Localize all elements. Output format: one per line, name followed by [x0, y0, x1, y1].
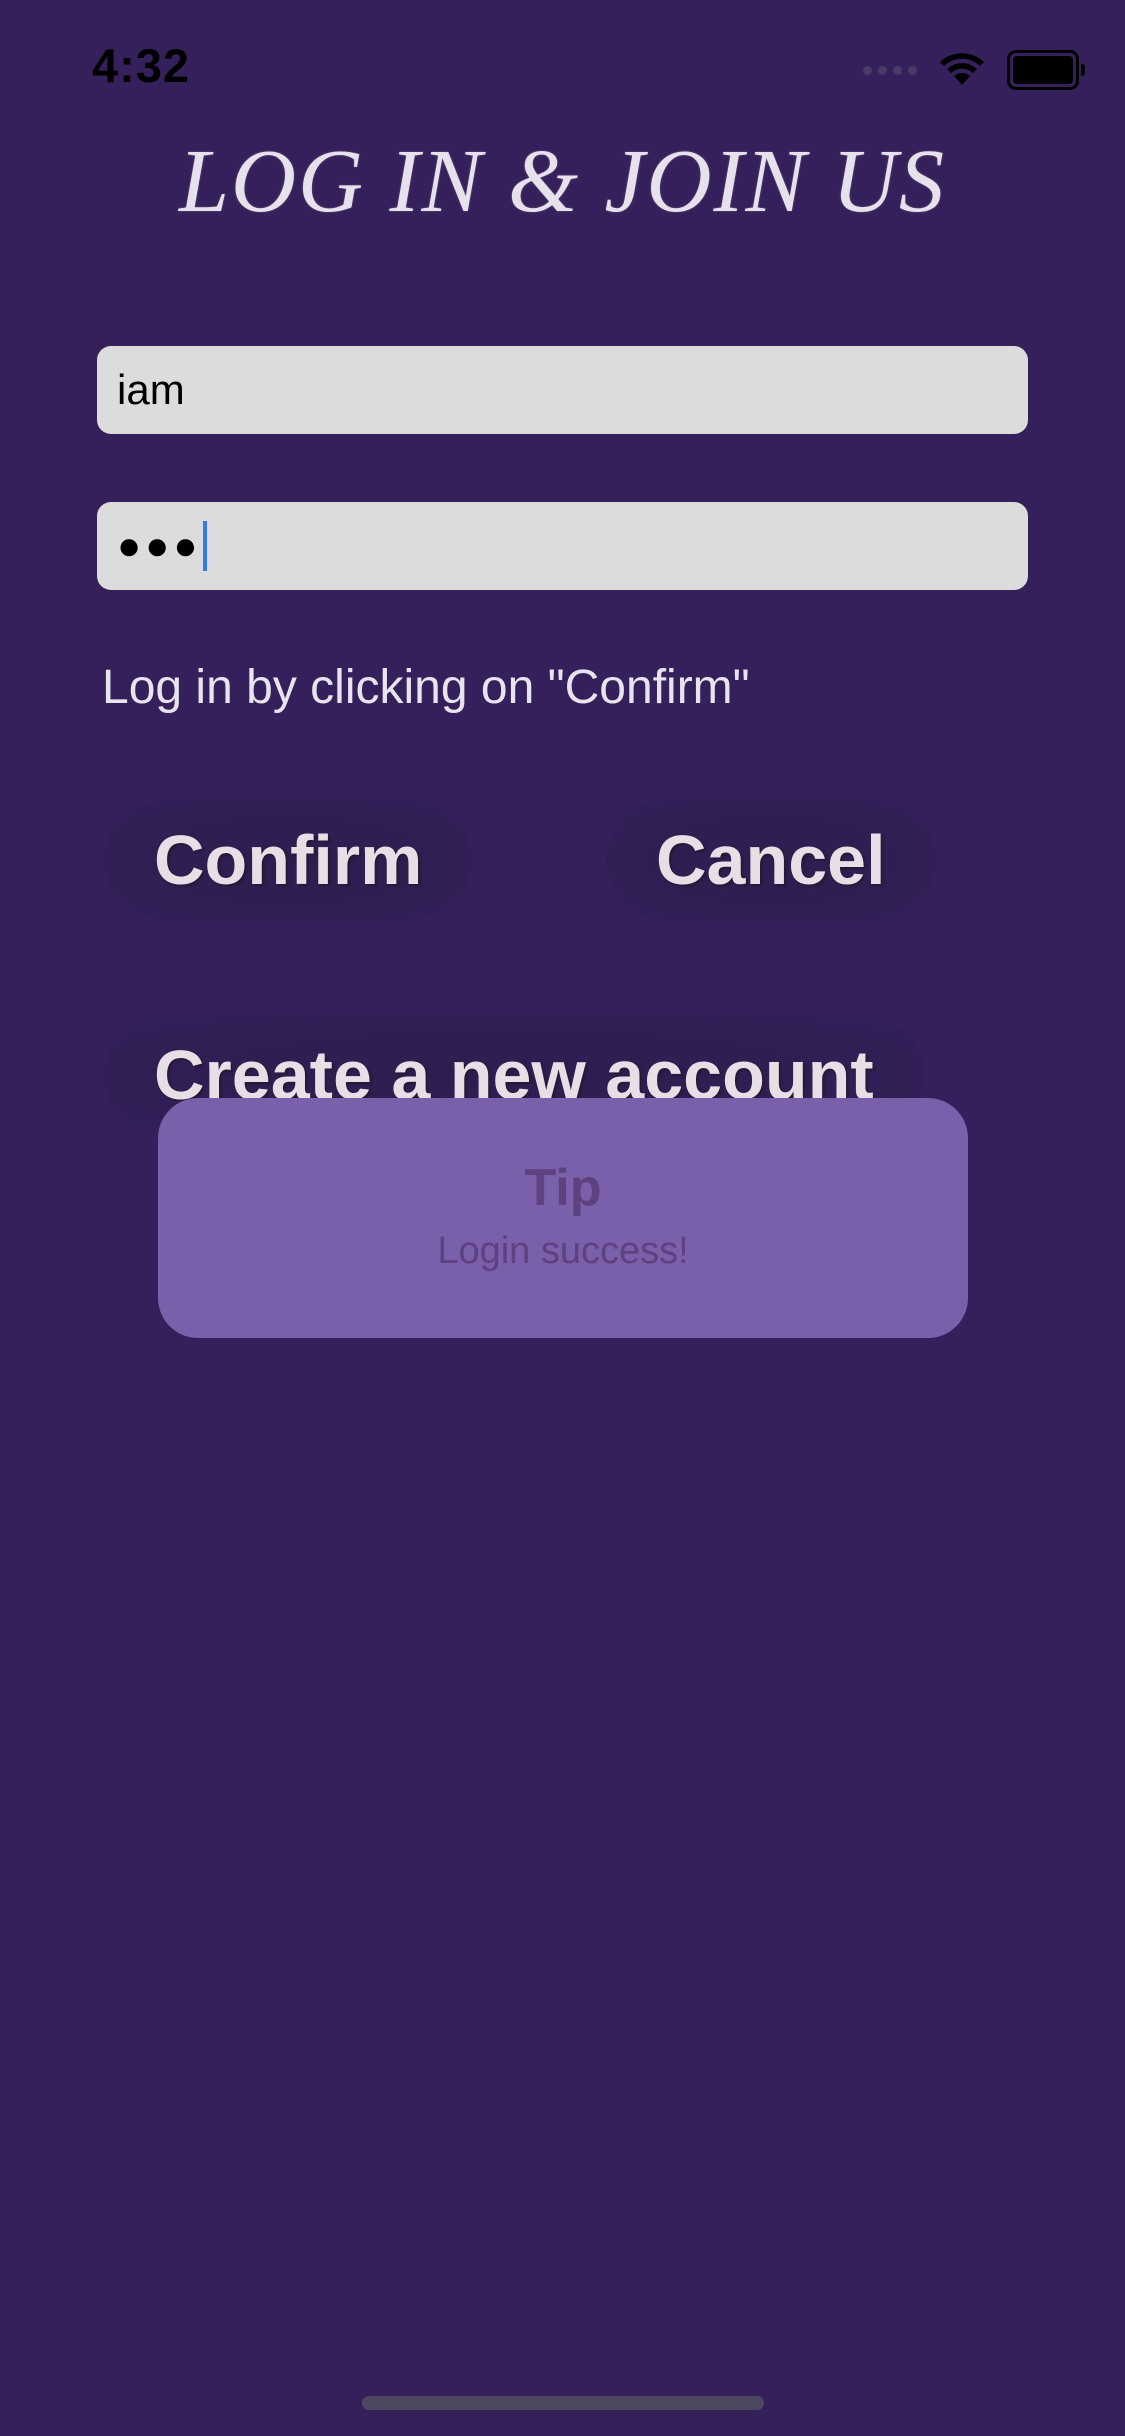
password-input[interactable]: ●●●: [97, 502, 1028, 590]
status-time: 4:32: [92, 39, 191, 92]
status-icons: [863, 50, 1085, 90]
login-hint: Log in by clicking on "Confirm": [102, 661, 750, 714]
cancel-button[interactable]: Cancel: [606, 800, 936, 920]
toast-message: Login success!: [437, 1230, 689, 1272]
password-mask: ●●●: [117, 524, 202, 568]
battery-icon: [1007, 50, 1085, 90]
toast-popup: Tip Login success!: [158, 1098, 968, 1338]
page-title: LOG IN & JOIN US: [179, 132, 946, 231]
wifi-icon: [940, 53, 984, 85]
home-indicator[interactable]: [362, 2396, 764, 2410]
confirm-button[interactable]: Confirm: [104, 800, 473, 920]
username-input[interactable]: iam: [97, 346, 1028, 434]
toast-title: Tip: [524, 1159, 602, 1217]
text-caret: [203, 521, 208, 571]
cellular-signal-icon: [863, 65, 917, 75]
username-value: iam: [117, 366, 185, 413]
